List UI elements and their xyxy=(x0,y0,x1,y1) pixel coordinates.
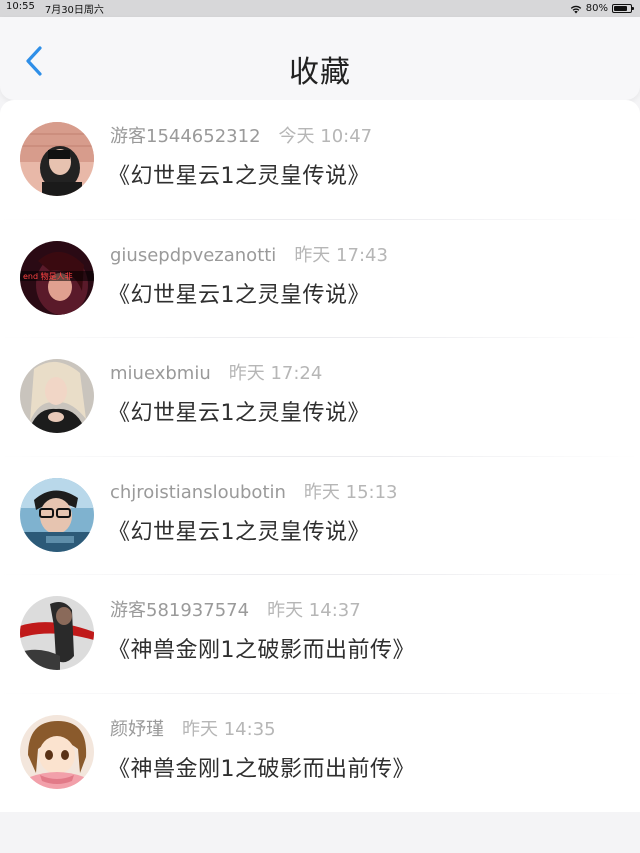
list-item[interactable]: chjroistiansloubotin 昨天 15:13 《幻世星云1之灵皇传… xyxy=(0,455,640,575)
status-time: 10:55 xyxy=(6,1,35,12)
timestamp: 昨天 15:13 xyxy=(303,481,398,503)
favorites-list: 游客1544652312 今天 10:47 《幻世星云1之灵皇传说》 end 物… xyxy=(0,100,640,812)
avatar xyxy=(20,596,94,671)
avatar xyxy=(20,714,94,789)
book-title: 《神兽金刚1之破影而出前传》 xyxy=(108,756,415,782)
book-title: 《幻世星云1之灵皇传说》 xyxy=(108,401,370,427)
nav-bar: 收藏 xyxy=(0,17,640,100)
avatar-caption: end 物是人非 xyxy=(23,271,73,281)
status-bar: 10:55 7月30日周六 80% xyxy=(0,0,640,17)
user-name: 游客581937574 xyxy=(110,600,250,622)
battery-level xyxy=(614,6,627,11)
timestamp: 昨天 17:43 xyxy=(294,244,388,266)
book-title: 《幻世星云1之灵皇传说》 xyxy=(108,519,370,545)
battery-percent: 80% xyxy=(585,3,608,14)
list-item[interactable]: 颜妤瑾 昨天 14:35 《神兽金刚1之破影而出前传》 xyxy=(0,692,640,812)
avatar xyxy=(20,359,94,434)
timestamp: 今天 10:47 xyxy=(278,126,373,148)
page-title: 收藏 xyxy=(289,55,351,90)
avatar: end 物是人非 xyxy=(20,240,94,315)
list-item[interactable]: 游客581937574 昨天 14:37 《神兽金刚1之破影而出前传》 xyxy=(0,574,640,693)
wifi-icon xyxy=(570,5,581,13)
status-date: 7月30日周六 xyxy=(44,5,104,16)
list-item[interactable]: 游客1544652312 今天 10:47 《幻世星云1之灵皇传说》 xyxy=(0,100,640,219)
list-item[interactable]: miuexbmiu 昨天 17:24 《幻世星云1之灵皇传说》 xyxy=(0,337,640,456)
user-name: chjroistiansloubotin xyxy=(110,481,286,503)
book-title: 《幻世星云1之灵皇传说》 xyxy=(108,282,370,308)
timestamp: 昨天 17:24 xyxy=(228,363,323,385)
avatar xyxy=(20,477,94,552)
book-title: 《神兽金刚1之破影而出前传》 xyxy=(108,638,415,664)
user-name: miuexbmiu xyxy=(110,363,211,385)
book-title: 《幻世星云1之灵皇传说》 xyxy=(108,164,370,190)
user-name: giusepdpvezanotti xyxy=(110,244,277,266)
avatar xyxy=(20,122,94,197)
timestamp: 昨天 14:35 xyxy=(182,718,276,740)
user-name: 游客1544652312 xyxy=(110,126,261,148)
user-name: 颜妤瑾 xyxy=(110,718,164,740)
timestamp: 昨天 14:37 xyxy=(267,600,361,622)
list-item[interactable]: end 物是人非 giusepdpvezanotti 昨天 17:43 《幻世星… xyxy=(0,218,640,338)
battery-icon xyxy=(612,4,634,13)
